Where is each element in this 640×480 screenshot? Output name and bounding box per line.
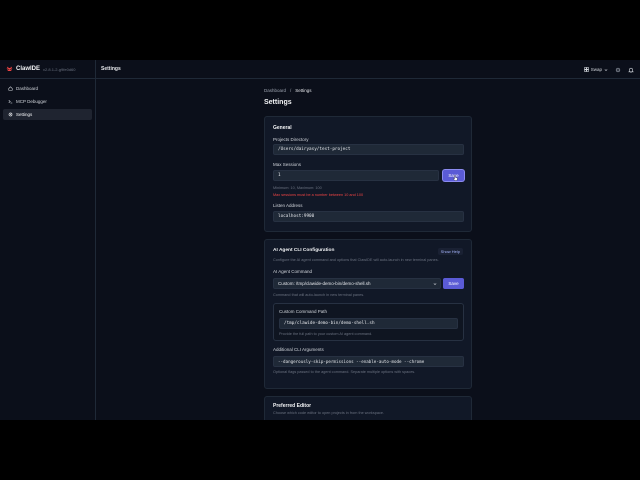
- brand[interactable]: ClawIDE v2.8.1-2-g9fe0d60: [0, 60, 96, 79]
- additional-args-help: Optional flags passed to the agent comma…: [273, 370, 416, 374]
- preferred-editor-description: Choose which code editor to open project…: [273, 411, 385, 415]
- max-sessions-help: Minimum: 10, Maximum: 100: [273, 186, 322, 190]
- save-button-label: Save: [448, 281, 459, 286]
- bell-icon[interactable]: [628, 67, 634, 73]
- chevron-down-icon: [604, 68, 608, 71]
- gear-icon: [8, 112, 13, 117]
- custom-command-panel: Custom Command Path /tmp/clawide-demo-bi…: [273, 303, 464, 341]
- home-icon: [8, 86, 13, 91]
- sidebar: Dashboard MCP Debugger Settings: [0, 79, 96, 420]
- listen-address-label: Listen Address: [273, 203, 303, 208]
- ai-agent-command-help: Command that will auto-launch in new ter…: [273, 293, 365, 297]
- show-help-button[interactable]: Show Help: [437, 248, 463, 255]
- ai-agent-command-select[interactable]: Custom: /tmp/clawide-demo-bin/demo-shell…: [273, 278, 441, 289]
- ai-agent-description: Configure the AI agent command and optio…: [273, 258, 439, 262]
- app-name: ClawIDE: [16, 66, 41, 72]
- ai-agent-card: AI Agent CLI Configuration Show Help Con…: [264, 239, 472, 389]
- grid-icon: [583, 67, 589, 72]
- terminal-icon: [8, 100, 13, 104]
- preferred-editor-card: Preferred Editor Choose which code edito…: [264, 396, 472, 420]
- app-window: ClawIDE v2.8.1-2-g9fe0d60 Settings Swap: [0, 60, 640, 420]
- ai-agent-command-value: Custom: /tmp/clawide-demo-bin/demo-shell…: [278, 281, 371, 286]
- sidebar-item-dashboard[interactable]: Dashboard: [3, 83, 92, 94]
- sidebar-item-label: MCP Debugger: [16, 99, 47, 104]
- letterbox-bottom: [0, 420, 640, 480]
- theme-selector-label: Swap: [590, 67, 602, 72]
- sidebar-item-label: Dashboard: [16, 86, 39, 91]
- letterbox-top: [0, 0, 640, 60]
- app-version: v2.8.1-2-g9fe0d60: [43, 66, 76, 72]
- sidebar-item-label: Settings: [16, 112, 33, 117]
- ai-agent-command-save-button[interactable]: Save: [443, 278, 464, 289]
- chevron-down-icon: [433, 282, 437, 285]
- additional-args-label: Additional CLI Arguments: [273, 347, 324, 352]
- max-sessions-input[interactable]: 1: [273, 170, 439, 181]
- additional-args-input[interactable]: --dangerously-skip-permissions --enable-…: [273, 356, 464, 367]
- general-settings-card: General Projects Directory /Users/dairya…: [264, 116, 472, 232]
- projects-directory-label: Projects Directory: [273, 137, 309, 142]
- page-title: Settings: [264, 99, 292, 106]
- custom-command-path-help: Provide the full path to your custom AI …: [279, 332, 373, 336]
- header-page-label: Settings: [101, 66, 121, 72]
- claw-logo-icon: [6, 66, 13, 71]
- general-card-title: General: [273, 125, 292, 131]
- listen-address-input[interactable]: localhost:9900: [273, 211, 464, 222]
- pointer-cursor-icon: [453, 175, 458, 181]
- sidebar-item-settings[interactable]: Settings: [3, 109, 92, 120]
- settings-gear-icon[interactable]: [615, 67, 621, 73]
- breadcrumb: Dashboard / Settings: [264, 88, 312, 93]
- breadcrumb-link-dashboard[interactable]: Dashboard: [264, 88, 286, 93]
- theme-selector[interactable]: Swap: [583, 67, 608, 72]
- breadcrumb-current: Settings: [295, 88, 312, 93]
- preferred-editor-title: Preferred Editor: [273, 403, 312, 409]
- header-actions: Swap: [583, 60, 634, 79]
- sidebar-item-mcp-debugger[interactable]: MCP Debugger: [3, 96, 92, 107]
- custom-command-path-label: Custom Command Path: [279, 309, 328, 314]
- top-bar: ClawIDE v2.8.1-2-g9fe0d60 Settings Swap: [0, 60, 640, 79]
- main-area: Dashboard / Settings Settings General Pr…: [97, 79, 640, 420]
- ai-agent-card-title: AI Agent CLI Configuration: [273, 248, 335, 253]
- custom-command-path-input[interactable]: /tmp/clawide-demo-bin/demo-shell.sh: [279, 318, 458, 329]
- breadcrumb-separator: /: [290, 88, 292, 93]
- max-sessions-label: Max Sessions: [273, 162, 302, 167]
- projects-directory-input[interactable]: /Users/dairyasy/test-project: [273, 144, 464, 155]
- max-sessions-error: Max sessions must be a number between 10…: [273, 193, 364, 197]
- ai-agent-command-label: AI Agent Command: [273, 269, 313, 274]
